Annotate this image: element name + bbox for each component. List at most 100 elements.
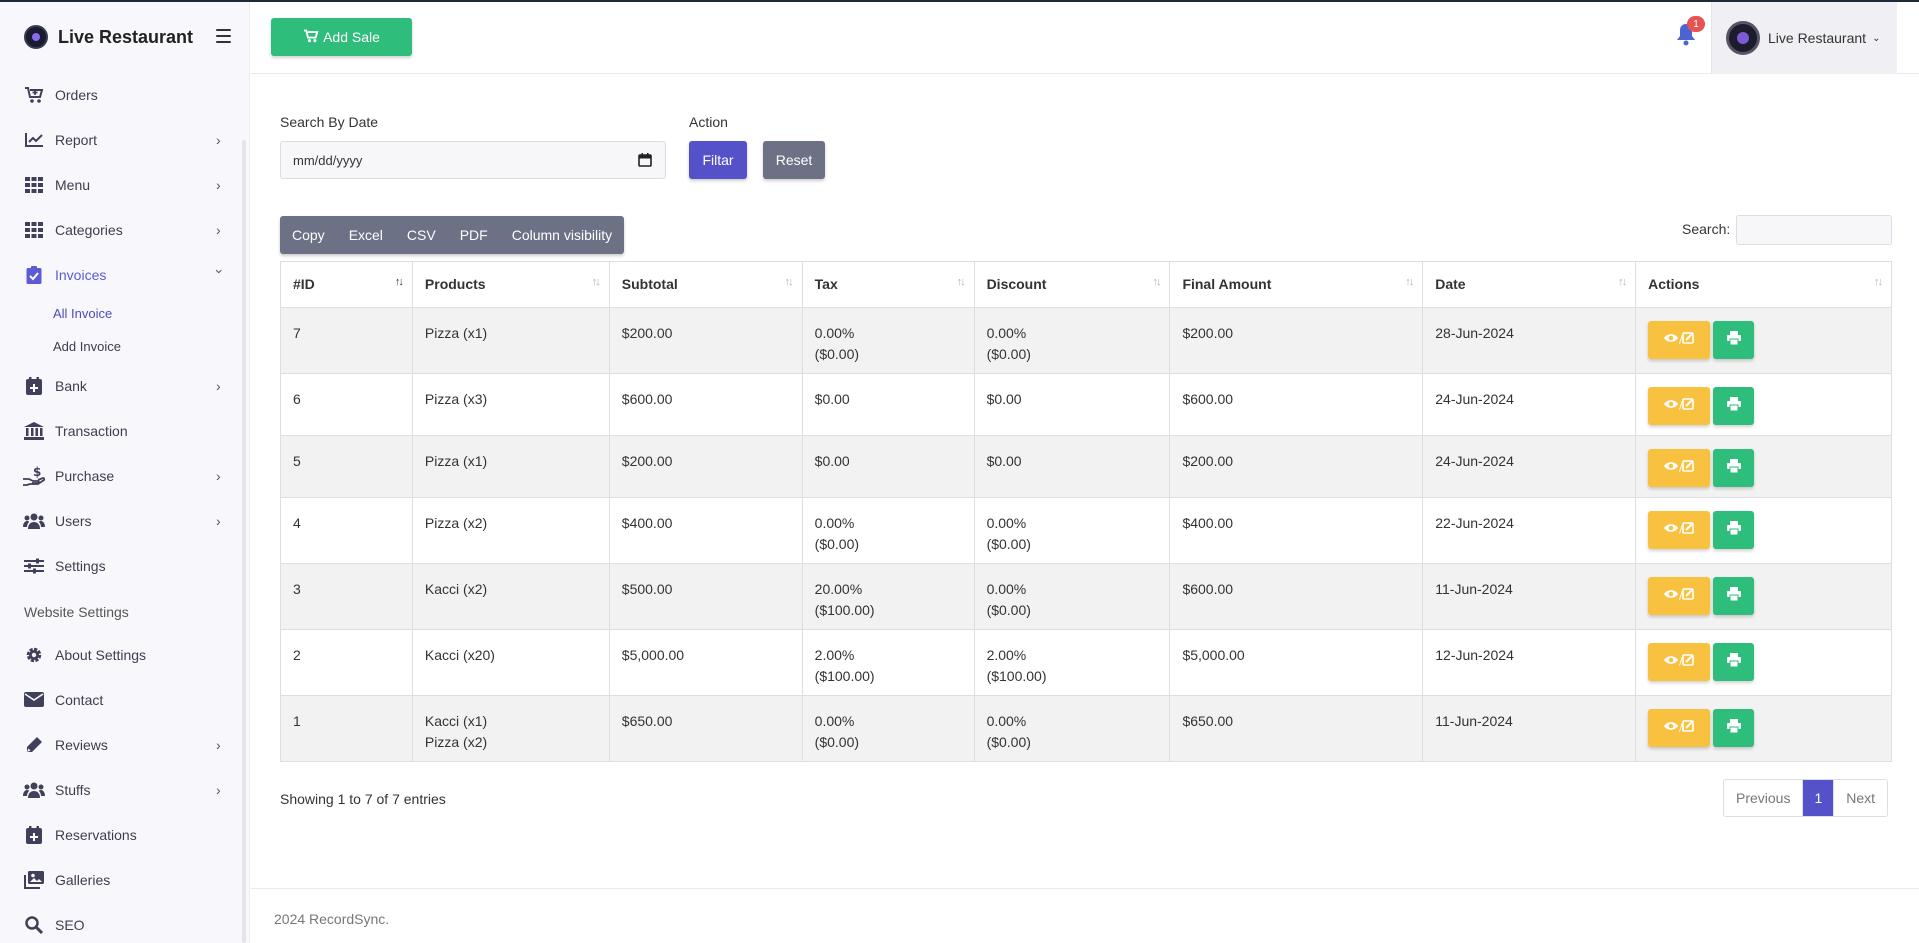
cell-actions: / — [1635, 307, 1892, 374]
clipboard-check-icon — [23, 265, 45, 284]
print-icon — [1726, 652, 1741, 673]
print-button[interactable] — [1713, 709, 1755, 747]
cell-tax: 0.00% ($0.00) — [801, 497, 975, 564]
view-edit-button[interactable]: / — [1648, 709, 1711, 747]
page-1-button[interactable]: 1 — [1802, 780, 1834, 816]
sidebar-item-menu[interactable]: Menu › — [0, 162, 249, 207]
column-visibility-button[interactable]: Column visibility — [500, 216, 624, 254]
cell-actions: / — [1635, 373, 1892, 436]
print-button[interactable] — [1713, 643, 1755, 681]
cell-discount: $0.00 — [973, 373, 1171, 436]
sidebar-item-invoices[interactable]: Invoices › — [0, 252, 249, 297]
table-header-row: #ID ↑↓ Products ↑↓ Subtotal ↑↓ Tax ↑↓ Discou… — [280, 261, 1892, 308]
print-button[interactable] — [1713, 321, 1755, 359]
cell-discount: $0.00 — [973, 435, 1171, 498]
avatar — [1726, 21, 1760, 55]
chevron-right-icon: › — [216, 177, 221, 193]
sidebar-item-purchase[interactable]: $ Purchase › — [0, 453, 249, 498]
print-button[interactable] — [1713, 577, 1755, 615]
cell-tax: 0.00% ($0.00) — [801, 695, 975, 762]
print-icon — [1726, 718, 1741, 739]
column-header-date[interactable]: Date ↑↓ — [1422, 261, 1637, 308]
pdf-button[interactable]: PDF — [448, 216, 500, 254]
print-button[interactable] — [1713, 387, 1755, 425]
sort-desc-icon: ↑↓ — [394, 276, 404, 288]
add-sale-button[interactable]: Add Sale — [271, 18, 412, 56]
print-button[interactable] — [1713, 511, 1755, 549]
column-header-discount[interactable]: Discount ↑↓ — [973, 261, 1171, 308]
sidebar-item-report[interactable]: Report › — [0, 117, 249, 162]
sidebar-item-galleries[interactable]: Galleries — [0, 857, 249, 902]
notification-bell-icon[interactable]: 1 — [1675, 16, 1705, 48]
profile-menu[interactable]: Live Restaurant ⌄ — [1711, 2, 1897, 74]
search-label: Search: — [1682, 221, 1731, 237]
sidebar-subitem-add-invoice[interactable]: Add Invoice — [0, 330, 249, 363]
sidebar-subitem-all-invoice[interactable]: All Invoice — [0, 297, 249, 330]
cell-date: 11-Jun-2024 — [1422, 695, 1637, 762]
brand[interactable]: Live Restaurant — [0, 2, 249, 72]
chevron-down-icon: › — [212, 269, 228, 274]
cell-products: Pizza (x1) — [411, 307, 610, 374]
print-button[interactable] — [1713, 449, 1755, 487]
view-edit-button[interactable]: / — [1648, 577, 1711, 615]
cell-date: 22-Jun-2024 — [1422, 497, 1637, 564]
eye-edit-icon: / — [1664, 520, 1694, 541]
sidebar-item-transaction[interactable]: Transaction — [0, 408, 249, 453]
sidebar-item-reservations[interactable]: Reservations — [0, 812, 249, 857]
sidebar-item-label: SEO — [55, 916, 85, 933]
sidebar-item-settings[interactable]: Settings — [0, 543, 249, 588]
eye-edit-icon: / — [1664, 652, 1694, 673]
view-edit-button[interactable]: / — [1648, 643, 1711, 681]
cell-date: 12-Jun-2024 — [1422, 629, 1637, 696]
csv-button[interactable]: CSV — [395, 216, 448, 254]
column-header-id[interactable]: #ID ↑↓ — [280, 261, 413, 308]
cell-products: Pizza (x3) — [411, 373, 610, 436]
envelope-icon — [23, 691, 45, 709]
column-header-tax[interactable]: Tax ↑↓ — [801, 261, 975, 308]
table-info: Showing 1 to 7 of 7 entries — [280, 791, 446, 807]
column-header-subtotal[interactable]: Subtotal ↑↓ — [608, 261, 803, 308]
view-edit-button[interactable]: / — [1648, 321, 1711, 359]
cell-discount: 0.00% ($0.00) — [973, 307, 1171, 374]
sidebar-item-stuffs[interactable]: Stuffs › — [0, 767, 249, 812]
column-header-final-amount[interactable]: Final Amount ↑↓ — [1169, 261, 1424, 308]
cell-id: 6 — [280, 373, 413, 436]
sidebar-item-orders[interactable]: Orders — [0, 72, 249, 117]
date-input[interactable]: mm/dd/yyyy — [280, 141, 666, 179]
sidebar-nav: Orders Report › Menu › Categories › Invo… — [0, 72, 249, 943]
cell-subtotal: $200.00 — [608, 435, 803, 498]
column-header-actions[interactable]: Actions ↑↓ — [1635, 261, 1892, 308]
main-content: Search By Date mm/dd/yyyy Action Filtar … — [251, 74, 1919, 888]
column-header-products[interactable]: Products ↑↓ — [411, 261, 610, 308]
search-input[interactable] — [1736, 215, 1892, 245]
reset-button[interactable]: Reset — [763, 141, 825, 179]
sidebar-item-label: Contact — [55, 691, 104, 708]
export-button-group: Copy Excel CSV PDF Column visibility — [280, 216, 625, 254]
sidebar-item-categories[interactable]: Categories › — [0, 207, 249, 252]
cell-products: Pizza (x2) — [411, 497, 610, 564]
images-icon — [23, 870, 45, 889]
next-page-button[interactable]: Next — [1833, 780, 1888, 816]
view-edit-button[interactable]: / — [1648, 387, 1711, 425]
copy-button[interactable]: Copy — [280, 216, 337, 254]
chevron-right-icon: › — [216, 468, 221, 484]
sidebar-item-users[interactable]: Users › — [0, 498, 249, 543]
menu-toggle-icon[interactable] — [216, 29, 231, 43]
sidebar-item-label: Categories — [55, 221, 123, 238]
view-edit-button[interactable]: / — [1648, 449, 1711, 487]
sidebar-item-bank[interactable]: Bank › — [0, 363, 249, 408]
sort-icon: ↑↓ — [784, 276, 794, 288]
profile-name: Live Restaurant — [1768, 30, 1867, 46]
sidebar-item-about-settings[interactable]: About Settings — [0, 632, 249, 677]
view-edit-button[interactable]: / — [1648, 511, 1711, 549]
sidebar-item-seo[interactable]: SEO — [0, 902, 249, 943]
sidebar-item-contact[interactable]: Contact — [0, 677, 249, 722]
excel-button[interactable]: Excel — [337, 216, 395, 254]
filter-button[interactable]: Filtar — [689, 141, 747, 179]
cell-id: 1 — [280, 695, 413, 762]
sidebar-item-reviews[interactable]: Reviews › — [0, 722, 249, 767]
sidebar-scrollbar[interactable] — [242, 140, 246, 943]
previous-page-button[interactable]: Previous — [1724, 780, 1803, 816]
calendar-icon[interactable] — [638, 153, 652, 167]
chart-line-icon — [23, 131, 45, 149]
